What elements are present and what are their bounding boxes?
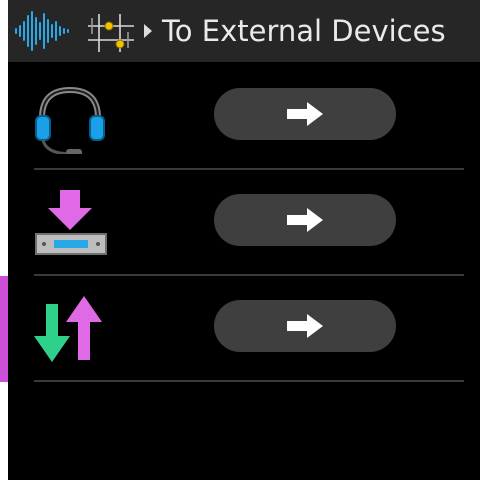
- up-down-arrows-icon: [34, 296, 102, 362]
- divider: [34, 380, 464, 382]
- right-arrow-icon: [287, 208, 323, 232]
- eq-grid-icon[interactable]: [82, 8, 138, 56]
- headset-icon: [35, 86, 105, 154]
- breadcrumb-arrow-icon: [144, 24, 152, 38]
- list-item-headset[interactable]: [8, 64, 480, 170]
- screen: To External Devices: [8, 0, 480, 480]
- list-item-download-device[interactable]: [8, 170, 480, 276]
- waveform-icon[interactable]: [12, 8, 72, 54]
- list-item-up-down[interactable]: [8, 276, 480, 382]
- download-to-device-icon: [35, 190, 107, 255]
- go-button-headset[interactable]: [214, 88, 396, 140]
- header-bar: To External Devices: [8, 0, 480, 62]
- go-button-download-device[interactable]: [214, 194, 396, 246]
- selection-indicator: [0, 276, 8, 382]
- go-button-up-down[interactable]: [214, 300, 396, 352]
- right-arrow-icon: [287, 102, 323, 126]
- page-title: To External Devices: [162, 14, 446, 48]
- right-arrow-icon: [287, 314, 323, 338]
